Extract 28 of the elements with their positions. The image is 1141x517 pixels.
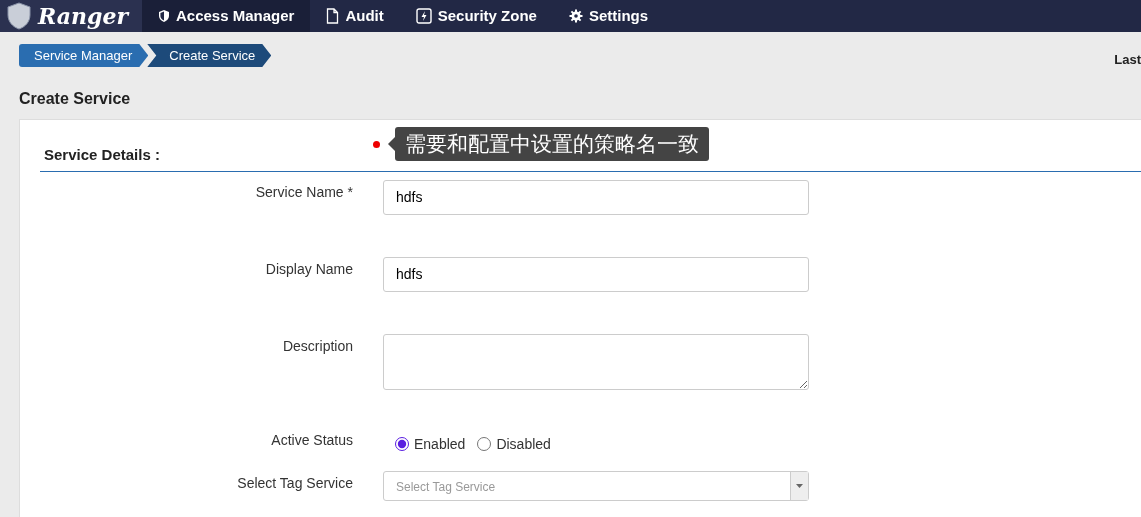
settings-icon — [568, 9, 583, 23]
breadcrumb-link[interactable]: Create Service — [147, 44, 272, 67]
nav-tab[interactable]: Audit — [310, 0, 400, 32]
text-input[interactable]: hdfs — [383, 179, 809, 215]
field-label: Service Name * — [254, 182, 353, 202]
document-icon — [326, 8, 340, 24]
shield-icon — [158, 9, 170, 23]
lightning-icon — [415, 8, 432, 24]
nav-tab[interactable]: Access Manager — [142, 0, 311, 32]
radio-button[interactable] — [395, 437, 409, 451]
radio-label: Enabled — [414, 434, 466, 454]
field-label: Active Status — [270, 430, 353, 450]
field-label: Description — [281, 336, 353, 356]
field-label: Select Tag Service — [236, 474, 353, 493]
text-input[interactable]: hdfs — [383, 256, 809, 292]
page-title: Create Service — [19, 89, 132, 109]
nav-tab[interactable]: Security Zone — [399, 0, 553, 32]
section-title: Service Details : — [44, 145, 160, 165]
radio-button[interactable] — [477, 437, 492, 451]
annotation-tooltip: 需要和配置中设置的策略名一致 — [395, 127, 709, 162]
last-updated-label: Last — [1114, 51, 1141, 69]
breadcrumb-link[interactable]: Service Manager — [19, 44, 149, 67]
shield-logo-icon — [6, 2, 32, 30]
annotation-dot — [373, 140, 380, 148]
caret-icon — [796, 484, 803, 488]
radio-label: Disabled — [496, 434, 551, 454]
nav-tab[interactable]: Settings — [552, 0, 665, 32]
field-label: Display Name — [264, 259, 353, 279]
